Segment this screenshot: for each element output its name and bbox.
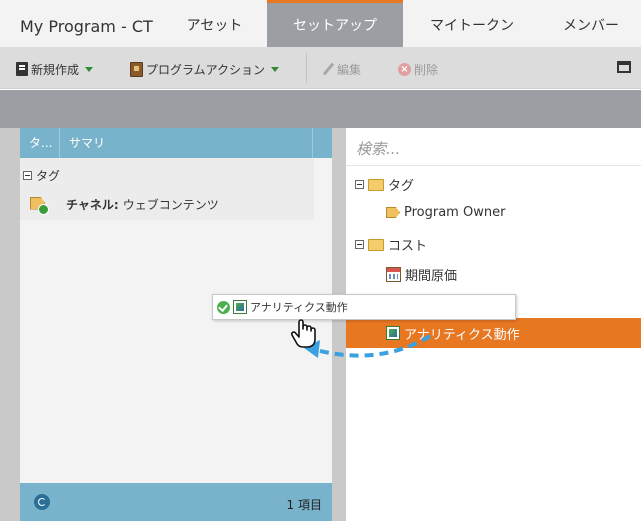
top-nav-bar: My Program - CT アセット セットアップ マイトークン メンバー: [0, 0, 641, 47]
check-icon: [217, 300, 230, 314]
grid-footer: 1 項目: [20, 483, 332, 521]
row-field-label: チャネル:: [66, 198, 119, 212]
collapse-icon[interactable]: [23, 171, 32, 180]
refresh-icon[interactable]: [34, 494, 50, 510]
tab-setup[interactable]: セットアップ: [267, 0, 403, 47]
left-gutter: [0, 128, 20, 521]
grid-body: タグ チャネル: ウェブコンテンツ: [20, 158, 314, 220]
edit-button-label: 編集: [337, 62, 362, 77]
tree-item-period-cost[interactable]: 期間原価: [386, 265, 457, 284]
chevron-down-icon: [85, 66, 94, 72]
collapse-icon[interactable]: [355, 180, 364, 189]
tag-grid-panel: タ... サマリ タグ チャネル: ウェブコンテンツ 1 項目: [20, 128, 332, 521]
analytics-icon: [233, 300, 247, 314]
tree-item-program-owner[interactable]: Program Owner: [386, 205, 505, 220]
folder-icon: [368, 238, 384, 251]
tree-group-label: タグ: [388, 179, 415, 194]
tree-group-tag[interactable]: タグ: [355, 175, 414, 194]
tree-group-label: コスト: [388, 239, 428, 254]
search-input[interactable]: [346, 132, 641, 166]
drag-ghost-label: アナリティクス動作: [250, 301, 348, 314]
toolbar-divider: [306, 53, 307, 83]
tree-group-cost[interactable]: コスト: [355, 235, 427, 254]
hand-cursor-icon: [290, 319, 316, 348]
item-count: 1 項目: [286, 498, 322, 512]
column-header-summary[interactable]: サマリ: [60, 128, 313, 158]
drag-ghost: アナリティクス動作: [212, 294, 516, 320]
pencil-icon: [322, 63, 334, 75]
folder-icon: [368, 178, 384, 191]
edit-button[interactable]: 編集: [322, 60, 361, 78]
group-row-tag[interactable]: タグ: [23, 167, 60, 184]
column-header-type[interactable]: タ...: [20, 128, 60, 158]
tag-icon: [30, 197, 49, 215]
chevron-down-icon: [271, 66, 280, 72]
row-field-value: ウェブコンテンツ: [122, 198, 219, 212]
calendar-icon: [386, 267, 401, 282]
program-actions-label: プログラムアクション: [146, 62, 266, 77]
tab-members[interactable]: メンバー: [541, 0, 641, 47]
setup-tree-panel: タグ Program Owner コスト 期間原価 設定 アナリティクス動作: [346, 128, 641, 521]
new-button-label: 新規作成: [31, 62, 80, 77]
program-icon: [130, 61, 143, 77]
toolbar: 新規作成 プログラムアクション 編集 × 削除: [0, 47, 641, 89]
delete-button[interactable]: × 削除: [398, 60, 438, 78]
panel-splitter[interactable]: [332, 128, 346, 521]
program-actions-button[interactable]: プログラムアクション: [130, 60, 280, 78]
program-title: My Program - CT: [20, 17, 153, 36]
group-label: タグ: [36, 169, 61, 183]
tab-assets[interactable]: アセット: [163, 0, 266, 47]
subheader-strip: [0, 90, 641, 128]
new-button[interactable]: 新規作成: [16, 60, 94, 78]
new-document-icon: [16, 62, 28, 76]
grid-header: タ... サマリ: [20, 128, 332, 158]
tree-item-label: 期間原価: [405, 269, 458, 284]
tag-icon: [386, 207, 400, 218]
delete-button-label: 削除: [414, 62, 439, 77]
table-row[interactable]: チャネル: ウェブコンテンツ: [30, 196, 219, 215]
window-toggle-icon[interactable]: [617, 61, 631, 73]
tree-item-label: Program Owner: [404, 205, 506, 220]
collapse-icon[interactable]: [355, 240, 364, 249]
drag-arrow-icon: [304, 334, 432, 358]
delete-icon: ×: [398, 62, 411, 76]
tab-my-tokens[interactable]: マイトークン: [403, 0, 541, 47]
